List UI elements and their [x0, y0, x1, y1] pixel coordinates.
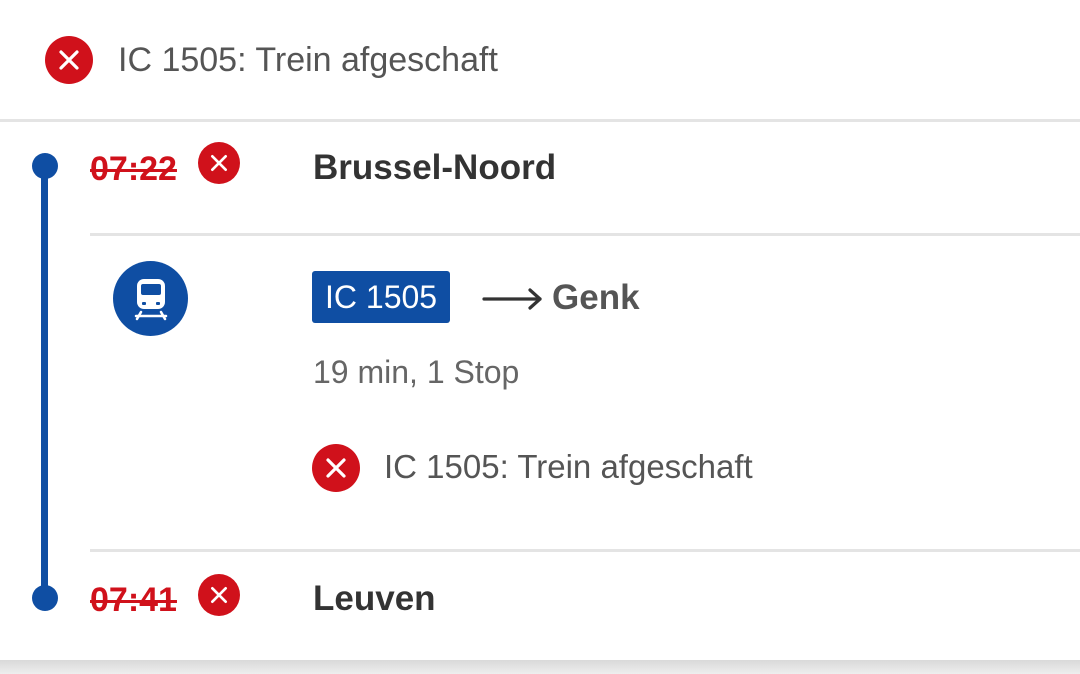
cancel-circle-icon [312, 444, 360, 492]
leg-cancellation-notice: IC 1505: Trein afgeschaft [384, 448, 753, 485]
divider [0, 119, 1080, 122]
cancellation-banner: IC 1505: Trein afgeschaft [0, 0, 1080, 120]
divider [90, 233, 1080, 236]
departure-time: 07:22 [90, 150, 177, 188]
departure-station[interactable]: Brussel-Noord [313, 146, 556, 190]
cancel-circle-icon [198, 142, 240, 184]
arrival-time: 07:41 [90, 581, 177, 619]
duration-stops: 19 min, 1 Stop [313, 354, 520, 390]
cancel-circle-icon [198, 574, 240, 616]
cancel-circle-icon [45, 36, 93, 84]
destination: Genk [552, 278, 640, 317]
train-number-badge[interactable]: IC 1505 [312, 271, 451, 323]
timeline-line [41, 164, 48, 598]
arrival-station[interactable]: Leuven [313, 577, 436, 621]
arrow-right-icon [482, 286, 544, 317]
divider [90, 549, 1080, 552]
timeline-end-dot [32, 585, 58, 611]
timeline-start-dot [32, 153, 58, 179]
train-icon [113, 261, 188, 336]
card-bottom-edge [0, 660, 1080, 674]
banner-message: IC 1505: Trein afgeschaft [118, 41, 498, 79]
